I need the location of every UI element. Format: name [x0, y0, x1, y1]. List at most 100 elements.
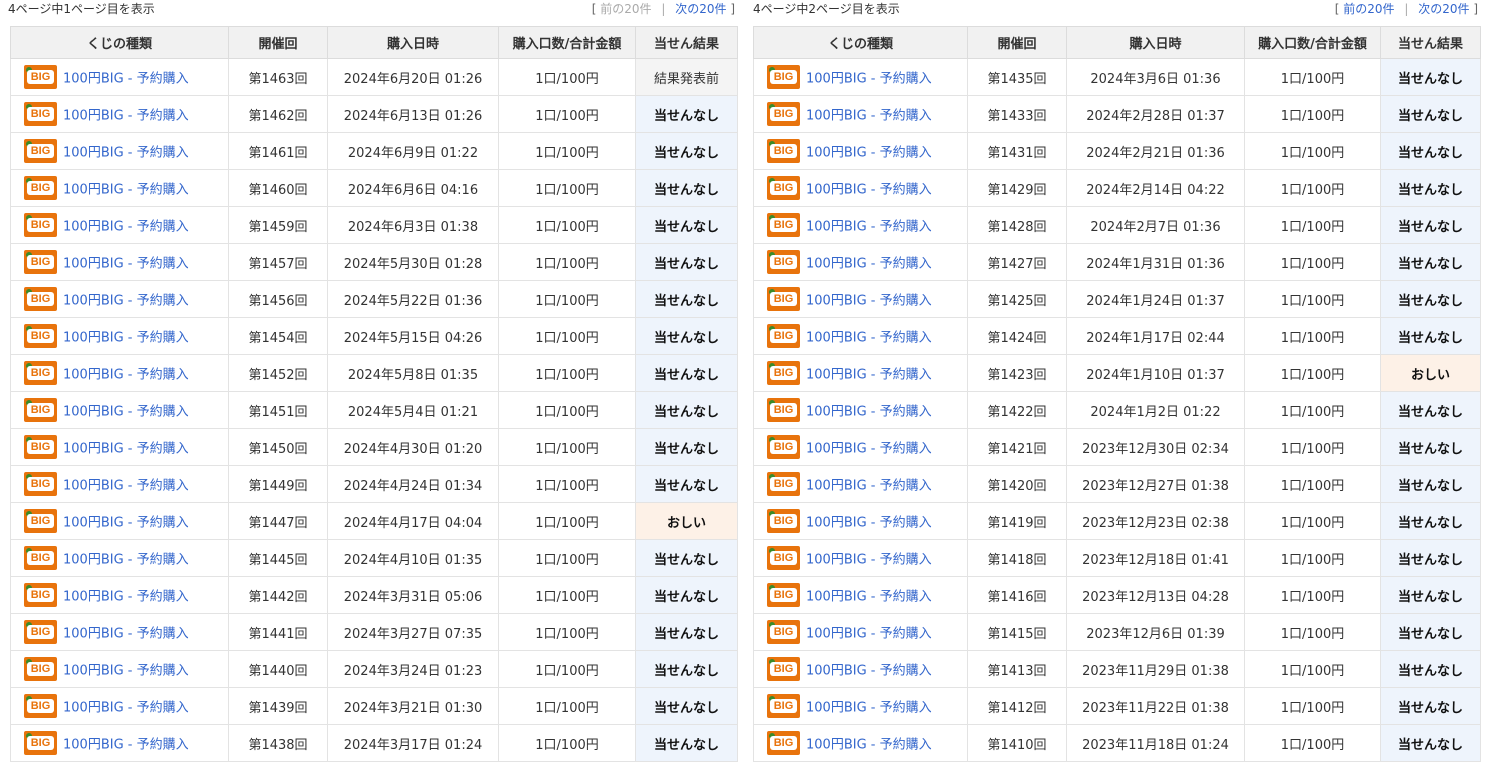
round-cell: 第1435回 [967, 58, 1067, 96]
round-cell: 第1462回 [228, 95, 328, 133]
lottery-type-link[interactable]: 100円BIG - 予約購入 [63, 664, 189, 679]
result-cell: 当せんなし [635, 650, 738, 688]
big-logo-icon: BIG [24, 287, 57, 311]
units-amount-cell: 1口/100円 [498, 576, 636, 614]
table-row: BIG 100円BIG - 予約購入 第1421回 2023年12月30日 02:34… [753, 428, 1481, 466]
lottery-type-link[interactable]: 100円BIG - 予約購入 [63, 627, 189, 642]
lottery-type-link[interactable]: 100円BIG - 予約購入 [63, 72, 189, 87]
units-amount-cell: 1口/100円 [498, 206, 636, 244]
lottery-type-link[interactable]: 100円BIG - 予約購入 [63, 146, 189, 161]
big-logo-icon: BIG [767, 139, 800, 163]
round-cell: 第1415回 [967, 613, 1067, 651]
lottery-type-cell: BIG 100円BIG - 予約購入 [753, 539, 968, 577]
lottery-type-link[interactable]: 100円BIG - 予約購入 [63, 331, 189, 346]
table-row: BIG 100円BIG - 予約購入 第1441回 2024年3月27日 07:35 1… [10, 613, 738, 651]
lottery-type-link[interactable]: 100円BIG - 予約購入 [63, 738, 189, 753]
logo-text: BIG [27, 366, 54, 380]
lottery-type-link[interactable]: 100円BIG - 予約購入 [806, 72, 932, 87]
purchase-date-cell: 2024年2月21日 01:36 [1066, 132, 1245, 170]
units-amount-cell: 1口/100円 [1244, 391, 1381, 429]
lottery-type-link[interactable]: 100円BIG - 予約購入 [63, 516, 189, 531]
result-cell: 当せんなし [635, 576, 738, 614]
next-20-link[interactable]: 次の20件 [675, 2, 726, 16]
lottery-type-link[interactable]: 100円BIG - 予約購入 [806, 257, 932, 272]
lottery-type-cell: BIG 100円BIG - 予約購入 [10, 428, 229, 466]
big-logo-icon: BIG [24, 657, 57, 681]
lottery-type-link[interactable]: 100円BIG - 予約購入 [806, 146, 932, 161]
lottery-type-link[interactable]: 100円BIG - 予約購入 [806, 442, 932, 457]
lottery-type-link[interactable]: 100円BIG - 予約購入 [806, 405, 932, 420]
result-cell: 当せんなし [1380, 502, 1481, 540]
round-cell: 第1454回 [228, 317, 328, 355]
page-info: 4ページ中1ページ目を表示 [8, 2, 155, 16]
pager-bracket-close: ] [730, 2, 735, 16]
lottery-type-link[interactable]: 100円BIG - 予約購入 [806, 294, 932, 309]
table-body: BIG 100円BIG - 予約購入 第1463回 2024年6月20日 01:26 1… [10, 58, 738, 762]
lottery-type-link[interactable]: 100円BIG - 予約購入 [806, 479, 932, 494]
purchase-date-cell: 2024年6月6日 04:16 [327, 169, 499, 207]
result-cell: 当せんなし [635, 465, 738, 503]
units-amount-cell: 1口/100円 [1244, 280, 1381, 318]
lottery-type-cell: BIG 100円BIG - 予約購入 [753, 428, 968, 466]
round-cell: 第1459回 [228, 206, 328, 244]
units-amount-cell: 1口/100円 [498, 465, 636, 503]
lottery-type-link[interactable]: 100円BIG - 予約購入 [806, 331, 932, 346]
purchase-date-cell: 2024年6月13日 01:26 [327, 95, 499, 133]
lottery-type-link[interactable]: 100円BIG - 予約購入 [63, 183, 189, 198]
result-cell: 当せんなし [635, 687, 738, 725]
purchase-date-cell: 2024年6月9日 01:22 [327, 132, 499, 170]
lottery-type-link[interactable]: 100円BIG - 予約購入 [63, 442, 189, 457]
lottery-type-cell: BIG 100円BIG - 予約購入 [10, 354, 229, 392]
next-20-link[interactable]: 次の20件 [1418, 2, 1469, 16]
big-logo-icon: BIG [767, 546, 800, 570]
lottery-type-cell: BIG 100円BIG - 予約購入 [753, 206, 968, 244]
lottery-type-link[interactable]: 100円BIG - 予約購入 [806, 183, 932, 198]
logo-text: BIG [27, 514, 54, 528]
lottery-type-link[interactable]: 100円BIG - 予約購入 [63, 109, 189, 124]
lottery-type-link[interactable]: 100円BIG - 予約購入 [63, 220, 189, 235]
lottery-type-link[interactable]: 100円BIG - 予約購入 [806, 590, 932, 605]
purchase-date-cell: 2023年11月29日 01:38 [1066, 650, 1245, 688]
lottery-type-link[interactable]: 100円BIG - 予約購入 [63, 553, 189, 568]
header-units-amount: 購入口数/合計金額 [1244, 26, 1381, 59]
prev-20-link: 前の20件 [600, 2, 652, 16]
units-amount-cell: 1口/100円 [498, 317, 636, 355]
lottery-type-link[interactable]: 100円BIG - 予約購入 [63, 257, 189, 272]
logo-text: BIG [27, 588, 54, 602]
pager-bracket-open: [ [1334, 2, 1340, 16]
table-row: BIG 100円BIG - 予約購入 第1433回 2024年2月28日 01:37 1… [753, 95, 1481, 133]
header-lottery-type: くじの種類 [10, 26, 229, 59]
round-cell: 第1442回 [228, 576, 328, 614]
prev-20-link[interactable]: 前の20件 [1343, 2, 1394, 16]
units-amount-cell: 1口/100円 [1244, 206, 1381, 244]
table-row: BIG 100円BIG - 予約購入 第1428回 2024年2月7日 01:36 1口… [753, 206, 1481, 244]
lottery-type-link[interactable]: 100円BIG - 予約購入 [806, 627, 932, 642]
lottery-type-link[interactable]: 100円BIG - 予約購入 [63, 701, 189, 716]
lottery-type-link[interactable]: 100円BIG - 予約購入 [806, 368, 932, 383]
lottery-type-link[interactable]: 100円BIG - 予約購入 [63, 590, 189, 605]
lottery-type-link[interactable]: 100円BIG - 予約購入 [806, 738, 932, 753]
round-cell: 第1460回 [228, 169, 328, 207]
lottery-type-link[interactable]: 100円BIG - 予約購入 [63, 368, 189, 383]
lottery-type-link[interactable]: 100円BIG - 予約購入 [63, 479, 189, 494]
big-logo-icon: BIG [24, 102, 57, 126]
result-cell: 当せんなし [1380, 539, 1481, 577]
big-logo-icon: BIG [767, 731, 800, 755]
lottery-type-link[interactable]: 100円BIG - 予約購入 [806, 220, 932, 235]
round-cell: 第1431回 [967, 132, 1067, 170]
lottery-type-link[interactable]: 100円BIG - 予約購入 [63, 405, 189, 420]
units-amount-cell: 1口/100円 [1244, 613, 1381, 651]
lottery-type-cell: BIG 100円BIG - 予約購入 [10, 650, 229, 688]
lottery-type-link[interactable]: 100円BIG - 予約購入 [806, 701, 932, 716]
lottery-type-link[interactable]: 100円BIG - 予約購入 [806, 109, 932, 124]
table-row: BIG 100円BIG - 予約購入 第1438回 2024年3月17日 01:24 1… [10, 724, 738, 762]
big-logo-icon: BIG [767, 65, 800, 89]
lottery-type-link[interactable]: 100円BIG - 予約購入 [806, 553, 932, 568]
lottery-type-link[interactable]: 100円BIG - 予約購入 [63, 294, 189, 309]
lottery-type-link[interactable]: 100円BIG - 予約購入 [806, 664, 932, 679]
units-amount-cell: 1口/100円 [498, 95, 636, 133]
lottery-type-link[interactable]: 100円BIG - 予約購入 [806, 516, 932, 531]
logo-text: BIG [27, 255, 54, 269]
result-cell: 当せんなし [635, 428, 738, 466]
table-row: BIG 100円BIG - 予約購入 第1435回 2024年3月6日 01:36 1口… [753, 58, 1481, 96]
